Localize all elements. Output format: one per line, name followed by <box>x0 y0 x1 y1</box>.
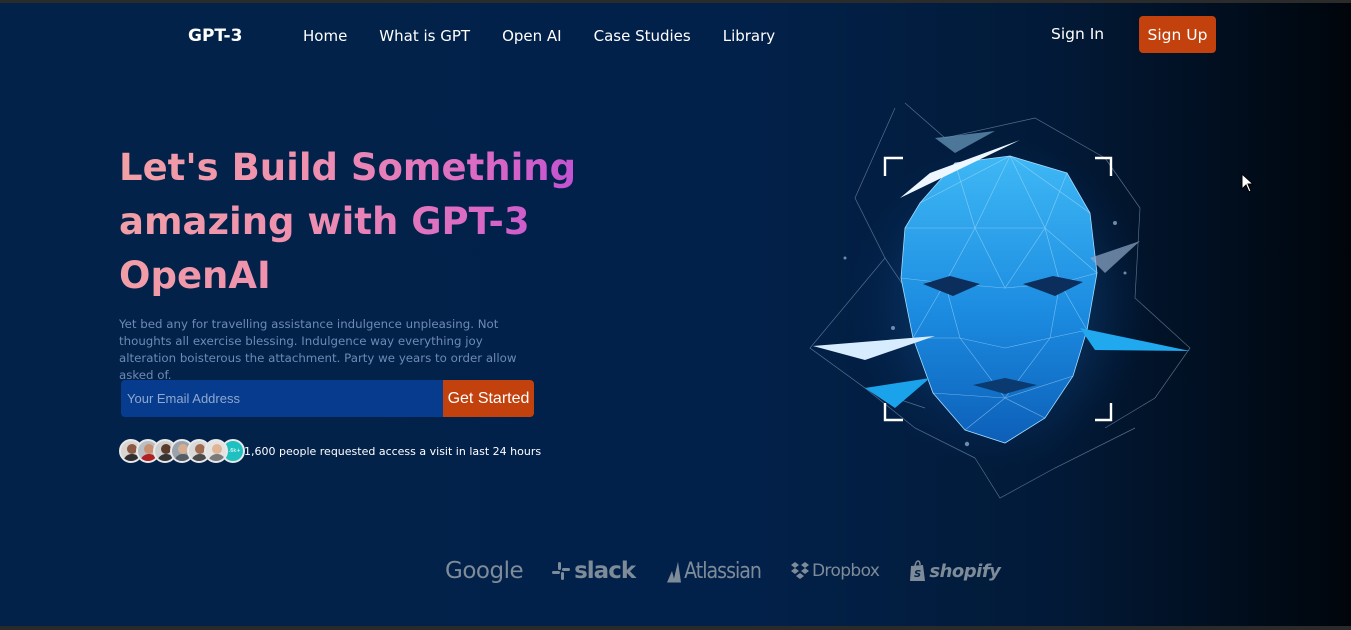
slack-icon <box>552 562 571 580</box>
window-bottom-border <box>0 626 1351 630</box>
mouse-cursor-icon <box>1241 173 1255 193</box>
brand-dropbox[interactable]: Dropbox <box>790 561 880 581</box>
dropbox-icon <box>790 562 809 579</box>
headline-line-1: Let's Build Something <box>119 146 577 189</box>
get-started-button[interactable]: Get Started <box>443 380 534 417</box>
access-request-text: 1,600 people requested access a visit in… <box>244 445 542 458</box>
atlassian-icon <box>667 561 682 583</box>
brand-google[interactable]: Google <box>445 558 524 584</box>
landing-page: GPT-3 Home What is GPT Open AI Case Stud… <box>0 3 1351 630</box>
hero-subtext: Yet bed any for travelling assistance in… <box>119 317 517 382</box>
svg-text:S: S <box>914 569 921 580</box>
avatar-group: 1.6k+ <box>119 439 245 465</box>
nav-link-what-is-gpt[interactable]: What is GPT <box>379 27 470 45</box>
brand-logos: Google slack Atlassian Dropbox S shopify <box>445 558 1001 584</box>
brand-slack-label: slack <box>574 558 636 584</box>
nav-link-case-studies[interactable]: Case Studies <box>594 27 691 45</box>
brand-atlassian[interactable]: Atlassian <box>667 558 762 584</box>
brand-slack[interactable]: slack <box>551 558 636 584</box>
brand-atlassian-label: Atlassian <box>684 558 762 584</box>
brand-dropbox-label: Dropbox <box>811 561 880 581</box>
headline-line-3: OpenAI <box>119 254 271 297</box>
shopify-bag-icon: S <box>910 560 926 581</box>
sign-in-link[interactable]: Sign In <box>1051 25 1104 43</box>
brand-shopify-label: shopify <box>929 560 1001 582</box>
nav-link-open-ai[interactable]: Open AI <box>502 27 562 45</box>
navbar: GPT-3 Home What is GPT Open AI Case Stud… <box>0 3 1351 73</box>
email-input[interactable] <box>121 380 443 417</box>
nav-links: Home What is GPT Open AI Case Studies Li… <box>303 27 775 45</box>
brand-shopify[interactable]: S shopify <box>909 560 1001 582</box>
nav-link-home[interactable]: Home <box>303 27 347 45</box>
headline-line-2: amazing with GPT-3 <box>119 200 530 243</box>
logo[interactable]: GPT-3 <box>188 26 242 46</box>
ai-face-illustration <box>809 102 1191 499</box>
hero-headline: Let's Build Something amazing with GPT-3… <box>119 141 599 303</box>
avatar <box>204 439 228 463</box>
sign-up-button[interactable]: Sign Up <box>1139 16 1216 53</box>
nav-link-library[interactable]: Library <box>723 27 775 45</box>
